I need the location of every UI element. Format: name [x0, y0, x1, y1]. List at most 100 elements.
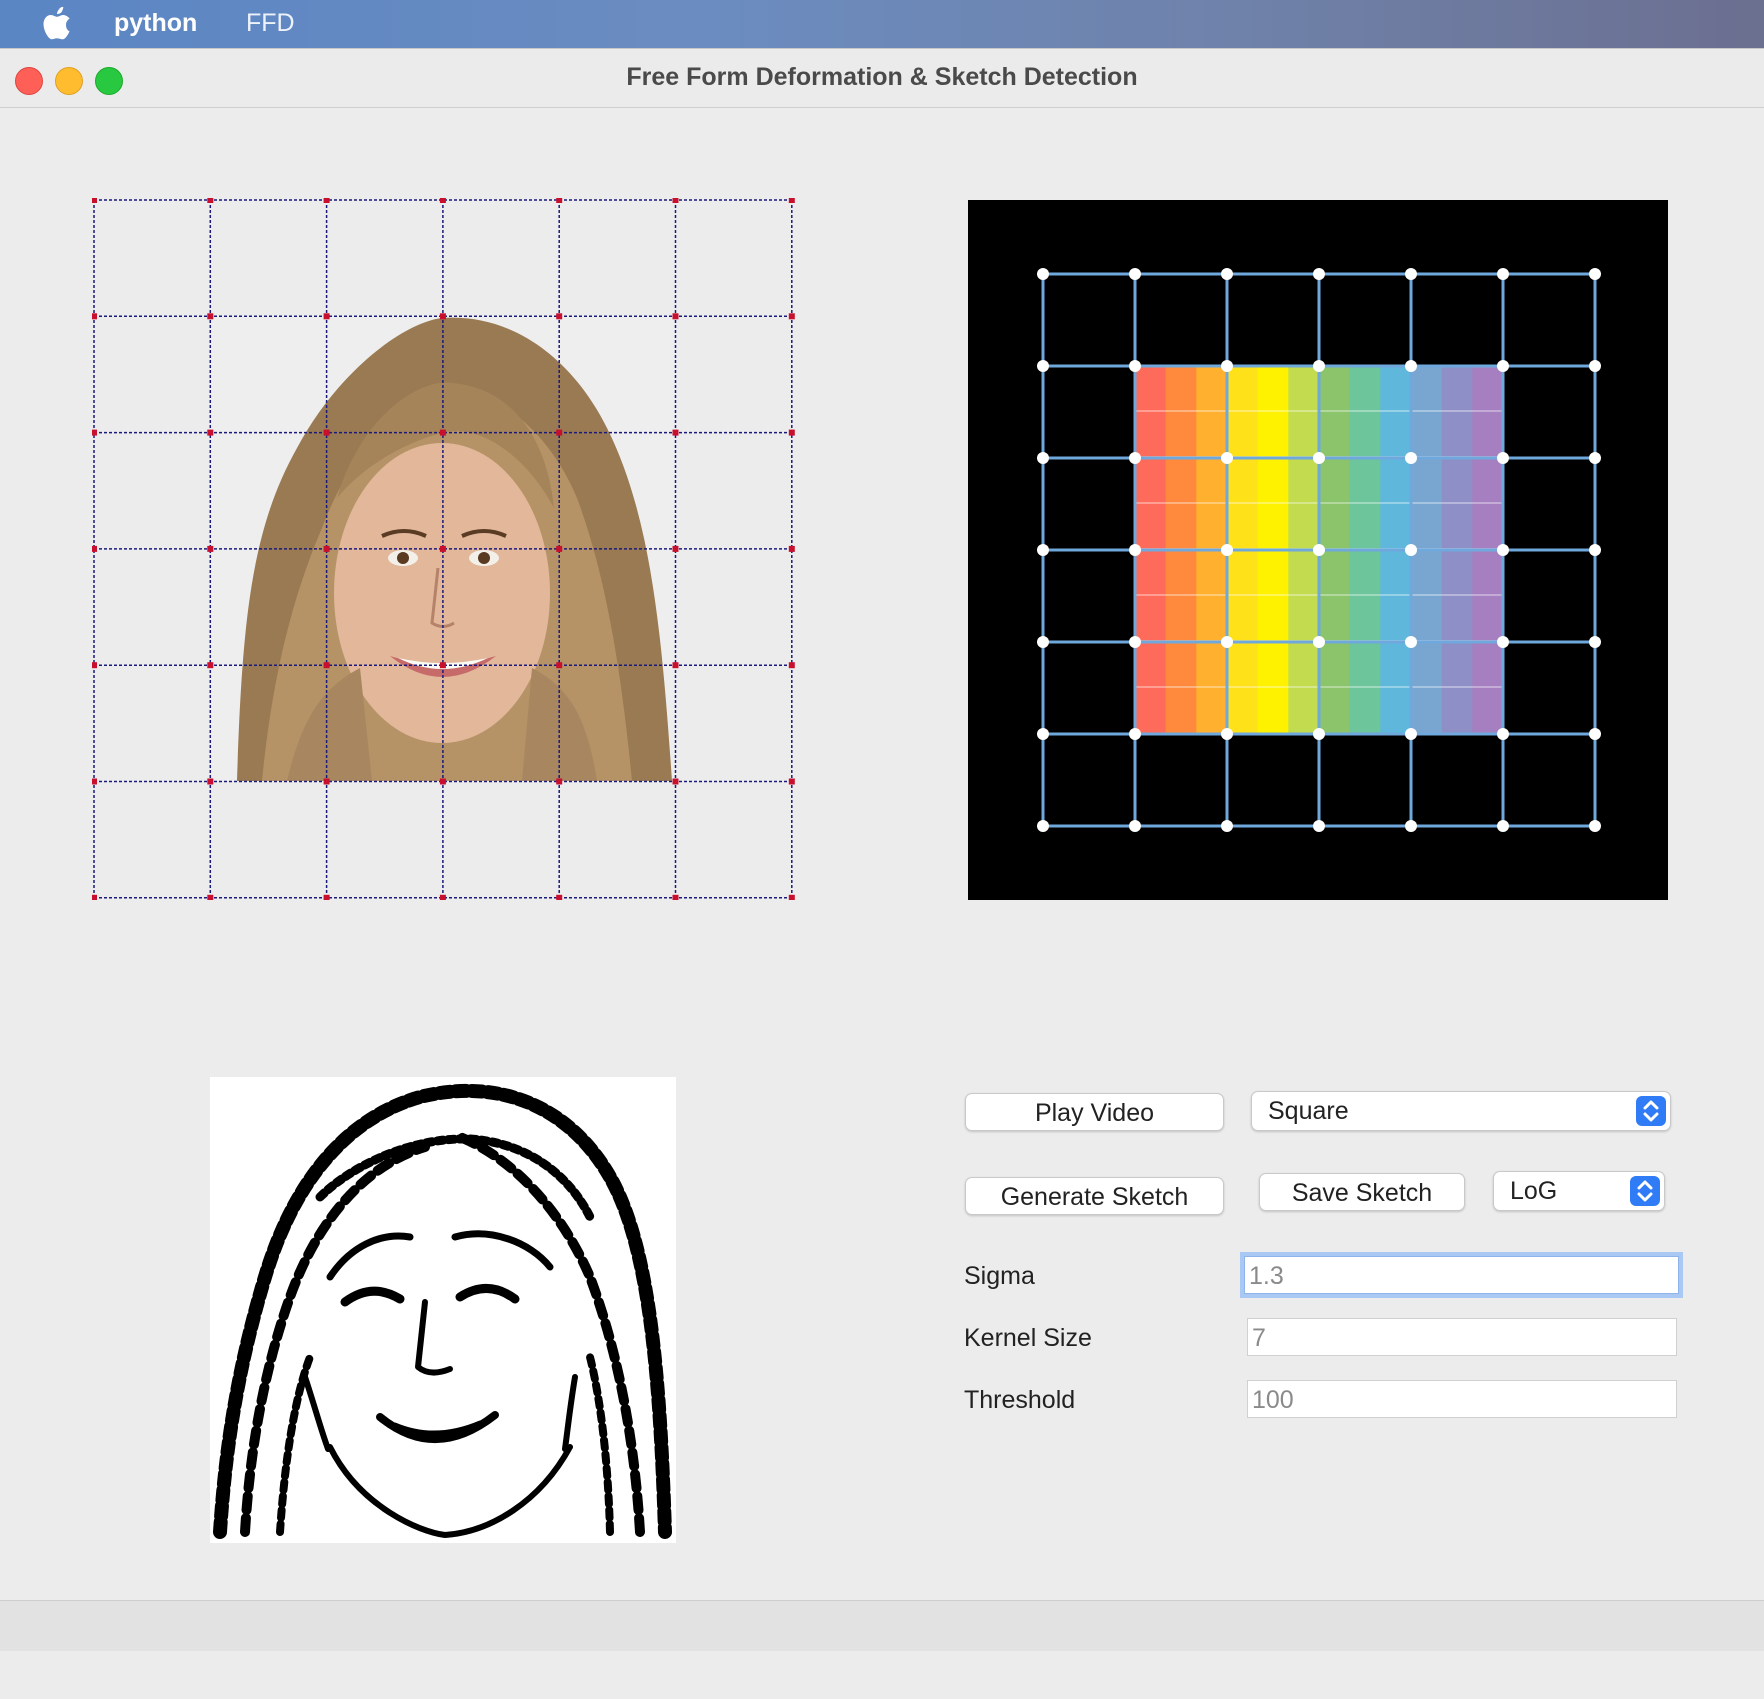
apple-icon[interactable] — [40, 6, 74, 42]
ffd-control-point[interactable] — [323, 894, 330, 901]
ffd-control-point[interactable] — [323, 662, 330, 669]
color-control-point[interactable] — [1497, 360, 1509, 372]
ffd-control-point[interactable] — [788, 778, 795, 785]
ffd-control-point[interactable] — [323, 778, 330, 785]
ffd-control-point[interactable] — [556, 197, 563, 203]
ffd-control-point[interactable] — [788, 894, 795, 901]
ffd-control-point[interactable] — [788, 197, 795, 203]
ffd-control-point[interactable] — [788, 662, 795, 669]
ffd-control-point[interactable] — [439, 197, 446, 203]
ffd-control-point[interactable] — [91, 313, 97, 320]
color-control-point[interactable] — [1405, 360, 1417, 372]
color-control-point[interactable] — [1497, 728, 1509, 740]
ffd-control-point[interactable] — [91, 197, 97, 203]
method-select[interactable]: LoG — [1493, 1171, 1665, 1211]
ffd-control-point[interactable] — [439, 662, 446, 669]
color-control-point[interactable] — [1313, 636, 1325, 648]
color-canvas[interactable] — [968, 200, 1668, 900]
threshold-input[interactable] — [1247, 1380, 1677, 1418]
color-control-point[interactable] — [1129, 820, 1141, 832]
color-control-point[interactable] — [1037, 820, 1049, 832]
color-control-point[interactable] — [1313, 360, 1325, 372]
ffd-control-point[interactable] — [207, 894, 214, 901]
color-control-point[interactable] — [1589, 544, 1601, 556]
menu-app-name[interactable]: python — [114, 9, 197, 38]
color-control-point[interactable] — [1497, 452, 1509, 464]
color-control-point[interactable] — [1313, 544, 1325, 556]
ffd-control-point[interactable] — [439, 429, 446, 436]
color-control-point[interactable] — [1221, 452, 1233, 464]
ffd-control-point[interactable] — [323, 197, 330, 203]
ffd-control-point[interactable] — [91, 545, 97, 552]
ffd-control-point[interactable] — [672, 778, 679, 785]
ffd-control-point[interactable] — [439, 313, 446, 320]
color-control-point[interactable] — [1405, 820, 1417, 832]
ffd-control-point[interactable] — [207, 662, 214, 669]
ffd-control-point[interactable] — [556, 894, 563, 901]
ffd-control-point[interactable] — [556, 662, 563, 669]
ffd-control-point[interactable] — [672, 313, 679, 320]
color-control-point[interactable] — [1221, 544, 1233, 556]
ffd-control-point[interactable] — [672, 894, 679, 901]
ffd-canvas[interactable] — [91, 197, 796, 901]
color-control-point[interactable] — [1589, 636, 1601, 648]
color-control-point[interactable] — [1313, 820, 1325, 832]
color-control-point[interactable] — [1129, 728, 1141, 740]
color-control-point[interactable] — [1589, 360, 1601, 372]
color-control-point[interactable] — [1589, 452, 1601, 464]
color-control-point[interactable] — [1405, 544, 1417, 556]
ffd-control-point[interactable] — [788, 313, 795, 320]
kernel-size-input[interactable] — [1247, 1318, 1677, 1356]
ffd-control-point[interactable] — [672, 545, 679, 552]
color-control-point[interactable] — [1405, 728, 1417, 740]
color-control-point[interactable] — [1405, 636, 1417, 648]
generate-sketch-button[interactable]: Generate Sketch — [965, 1177, 1224, 1215]
ffd-control-point[interactable] — [439, 545, 446, 552]
color-control-point[interactable] — [1497, 820, 1509, 832]
ffd-control-point[interactable] — [207, 429, 214, 436]
ffd-control-point[interactable] — [672, 197, 679, 203]
color-control-point[interactable] — [1221, 820, 1233, 832]
color-control-point[interactable] — [1497, 636, 1509, 648]
ffd-control-point[interactable] — [91, 894, 97, 901]
color-control-point[interactable] — [1129, 544, 1141, 556]
color-control-point[interactable] — [1129, 636, 1141, 648]
save-sketch-button[interactable]: Save Sketch — [1259, 1173, 1465, 1211]
color-deformation-panel[interactable] — [968, 200, 1668, 900]
color-control-point[interactable] — [1313, 452, 1325, 464]
color-control-point[interactable] — [1129, 452, 1141, 464]
ffd-control-point[interactable] — [556, 545, 563, 552]
ffd-control-point[interactable] — [91, 662, 97, 669]
ffd-control-point[interactable] — [91, 778, 97, 785]
ffd-control-point[interactable] — [323, 313, 330, 320]
ffd-control-point[interactable] — [556, 429, 563, 436]
ffd-control-point[interactable] — [556, 778, 563, 785]
shape-select[interactable]: Square — [1251, 1091, 1671, 1131]
color-control-point[interactable] — [1037, 268, 1049, 280]
color-control-point[interactable] — [1313, 728, 1325, 740]
ffd-control-point[interactable] — [556, 313, 563, 320]
color-control-point[interactable] — [1497, 268, 1509, 280]
color-control-point[interactable] — [1221, 728, 1233, 740]
ffd-control-point[interactable] — [207, 197, 214, 203]
color-control-point[interactable] — [1221, 268, 1233, 280]
color-control-point[interactable] — [1497, 544, 1509, 556]
ffd-control-point[interactable] — [323, 545, 330, 552]
ffd-control-point[interactable] — [207, 545, 214, 552]
color-control-point[interactable] — [1037, 452, 1049, 464]
sigma-input[interactable] — [1244, 1256, 1679, 1294]
color-control-point[interactable] — [1589, 728, 1601, 740]
ffd-control-point[interactable] — [788, 545, 795, 552]
ffd-control-point[interactable] — [207, 313, 214, 320]
color-control-point[interactable] — [1405, 452, 1417, 464]
ffd-control-point[interactable] — [439, 778, 446, 785]
play-video-button[interactable]: Play Video — [965, 1093, 1224, 1131]
color-control-point[interactable] — [1221, 636, 1233, 648]
color-control-point[interactable] — [1037, 636, 1049, 648]
color-control-point[interactable] — [1037, 544, 1049, 556]
ffd-control-point[interactable] — [207, 778, 214, 785]
ffd-image-panel[interactable] — [91, 197, 796, 901]
ffd-control-point[interactable] — [439, 894, 446, 901]
color-control-point[interactable] — [1313, 268, 1325, 280]
ffd-control-point[interactable] — [672, 662, 679, 669]
